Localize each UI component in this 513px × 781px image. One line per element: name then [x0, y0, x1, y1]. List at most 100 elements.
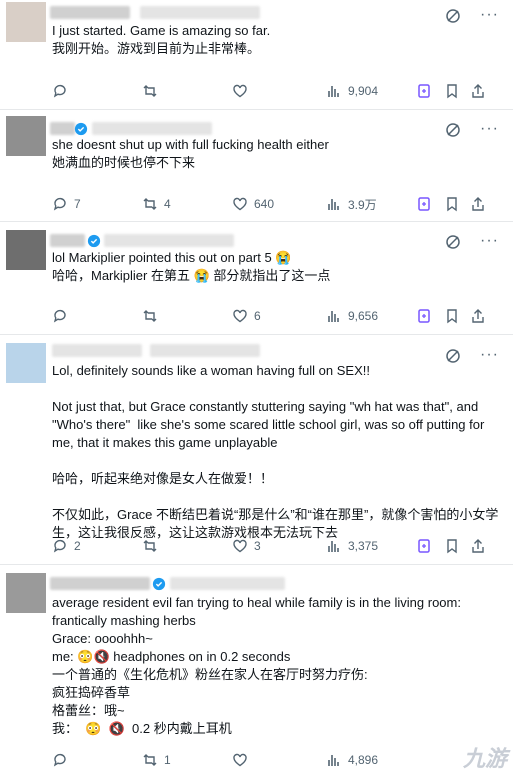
- more-icon[interactable]: ···: [480, 7, 499, 23]
- like-count: 640: [254, 197, 275, 211]
- repost-button[interactable]: [142, 307, 164, 325]
- like-button[interactable]: [232, 751, 254, 769]
- like-count: 6: [254, 309, 261, 323]
- author-handle[interactable]: [140, 6, 260, 19]
- author-name[interactable]: [50, 6, 130, 19]
- post-text: I just started. Game is amazing so far. …: [52, 23, 271, 56]
- action-bar: 9,904: [52, 82, 492, 100]
- post-4[interactable]: ··· Lol, definitely sounds like a woman …: [0, 335, 513, 565]
- share-button[interactable]: [470, 307, 486, 325]
- views-count: 9,904: [348, 84, 379, 98]
- avatar[interactable]: [6, 573, 46, 613]
- grok-analyze-button[interactable]: [416, 82, 432, 100]
- views-button[interactable]: 4,896: [326, 751, 378, 769]
- repost-button[interactable]: 1: [142, 751, 171, 769]
- reply-icon: [53, 84, 66, 98]
- share-icon: [472, 197, 484, 211]
- grok-icon[interactable]: [445, 234, 461, 250]
- reply-icon: [53, 539, 66, 553]
- views-icon: [328, 199, 339, 210]
- avatar[interactable]: [6, 230, 46, 270]
- repost-button[interactable]: 4: [142, 195, 171, 213]
- action-bar: 7 4 640 3.9万: [52, 195, 492, 213]
- bookmark-button[interactable]: [444, 307, 460, 325]
- like-button[interactable]: 640: [232, 195, 274, 213]
- post-text: Lol, definitely sounds like a woman havi…: [52, 363, 499, 540]
- views-button[interactable]: 3,375: [326, 537, 378, 555]
- views-button[interactable]: 3.9万: [326, 195, 377, 213]
- views-icon: [328, 541, 339, 552]
- share-icon: [472, 539, 484, 553]
- views-button[interactable]: 9,904: [326, 82, 378, 100]
- author-handle[interactable]: [150, 344, 260, 357]
- like-button[interactable]: 3: [232, 537, 261, 555]
- grok-post-icon: [418, 309, 430, 323]
- action-bar: 1 4,896: [52, 751, 492, 769]
- bookmark-button[interactable]: [444, 537, 460, 555]
- post-1[interactable]: ··· I just started. Game is amazing so f…: [0, 0, 513, 110]
- post-text: she doesnt shut up with full fucking hea…: [52, 137, 329, 170]
- share-button[interactable]: [470, 82, 486, 100]
- reply-icon: [53, 197, 66, 211]
- post-2[interactable]: ··· she doesnt shut up with full fucking…: [0, 110, 513, 222]
- avatar[interactable]: [6, 343, 46, 383]
- author-name[interactable]: [50, 122, 75, 135]
- reply-button[interactable]: 2: [52, 537, 81, 555]
- share-button[interactable]: [470, 537, 486, 555]
- like-count: 3: [254, 539, 261, 553]
- bookmark-button[interactable]: [444, 195, 460, 213]
- like-button[interactable]: [232, 82, 254, 100]
- author-handle[interactable]: [104, 234, 234, 247]
- repost-icon: [143, 754, 157, 766]
- verified-badge-icon: [74, 122, 88, 136]
- author-name[interactable]: [50, 234, 85, 247]
- reply-button[interactable]: [52, 751, 74, 769]
- repost-icon: [143, 540, 157, 552]
- avatar[interactable]: [6, 116, 46, 156]
- more-icon[interactable]: ···: [480, 347, 499, 363]
- verified-badge-icon: [87, 234, 101, 248]
- reply-count: 2: [74, 539, 81, 553]
- post-text: average resident evil fan trying to heal…: [52, 595, 461, 736]
- author-handle[interactable]: [92, 122, 212, 135]
- more-icon[interactable]: ···: [480, 121, 499, 137]
- grok-analyze-button[interactable]: [416, 537, 432, 555]
- author-name[interactable]: [50, 577, 150, 590]
- post-3[interactable]: ··· lol Markiplier pointed this out on p…: [0, 222, 513, 335]
- repost-button[interactable]: [142, 537, 164, 555]
- views-button[interactable]: 9,656: [326, 307, 378, 325]
- reply-button[interactable]: [52, 82, 74, 100]
- repost-count: 4: [164, 197, 171, 211]
- verified-badge-icon: [152, 577, 166, 591]
- share-button[interactable]: [470, 195, 486, 213]
- like-icon: [233, 197, 247, 211]
- views-count: 4,896: [348, 753, 379, 767]
- like-icon: [233, 84, 247, 98]
- like-button[interactable]: 6: [232, 307, 261, 325]
- grok-analyze-button[interactable]: [416, 195, 432, 213]
- views-icon: [328, 755, 339, 766]
- avatar[interactable]: [6, 2, 46, 42]
- grok-post-icon: [418, 84, 430, 98]
- bookmark-button[interactable]: [444, 82, 460, 100]
- views-count: 3.9万: [348, 197, 377, 212]
- reply-button[interactable]: [52, 307, 74, 325]
- repost-count: 1: [164, 753, 171, 767]
- reply-button[interactable]: 7: [52, 195, 81, 213]
- repost-icon: [143, 85, 157, 97]
- author-handle[interactable]: [170, 577, 285, 590]
- more-icon[interactable]: ···: [480, 233, 499, 249]
- views-count: 9,656: [348, 309, 379, 323]
- post-text: lol Markiplier pointed this out on part …: [52, 250, 331, 283]
- views-count: 3,375: [348, 539, 379, 553]
- post-5[interactable]: average resident evil fan trying to heal…: [0, 565, 513, 781]
- author-name[interactable]: [52, 344, 142, 357]
- bookmark-icon: [447, 84, 457, 99]
- share-icon: [472, 309, 484, 323]
- share-icon: [472, 84, 484, 98]
- like-icon: [233, 309, 247, 323]
- watermark-logo: 九游: [462, 746, 507, 771]
- action-bar: 6 9,656: [52, 307, 492, 325]
- repost-button[interactable]: [142, 82, 164, 100]
- grok-analyze-button[interactable]: [416, 307, 432, 325]
